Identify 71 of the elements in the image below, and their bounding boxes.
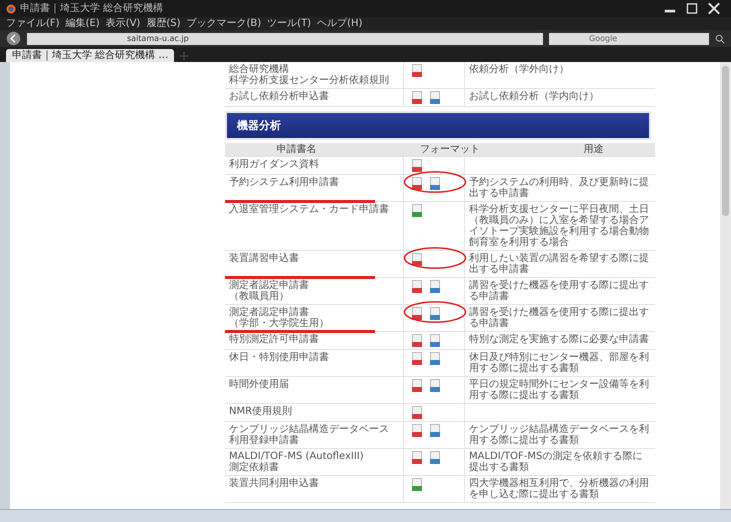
column-header: 申請書名	[276, 143, 317, 156]
pdf-file-icon[interactable]	[412, 451, 422, 464]
search-field[interactable]: Google	[549, 32, 709, 44]
pdf-file-icon[interactable]	[412, 253, 422, 266]
form-name: 測定者認定申請書 （教職員用）	[229, 280, 309, 302]
column-header: フォーマット	[420, 143, 480, 156]
pdf-file-icon[interactable]	[412, 334, 422, 347]
address-field[interactable]: saitama-u.ac.jp	[27, 32, 543, 44]
pdf-file-icon[interactable]	[412, 424, 422, 437]
form-name: 総合研究機構 科学分析支援センター分析依頼規則	[229, 64, 389, 86]
form-purpose: 休日及び特別にセンター機器、部屋を利用する際に提出する書類	[469, 352, 649, 374]
form-name: MALDI/TOF-MS (AutoflexIII) 測定依頼書	[229, 451, 364, 473]
form-name: NMR使用規則	[229, 406, 292, 417]
menu-item[interactable]: 編集(E)	[66, 18, 100, 30]
spreadsheet-file-icon[interactable]	[412, 478, 422, 491]
pdf-file-icon[interactable]	[412, 280, 422, 293]
form-purpose: ケンブリッジ結晶構造データベースを利用する際に提出する書類	[469, 424, 649, 446]
form-purpose: お試し依頼分析（学内向け）	[469, 91, 599, 102]
menu-item[interactable]: ブックマーク(B)	[186, 18, 262, 30]
form-purpose: 講習を受けた機器を使用する際に提出する申請書	[469, 280, 649, 302]
pdf-file-icon[interactable]	[412, 159, 422, 172]
form-purpose: MALDI/TOF-MSの測定を依頼する際に提出する書類	[469, 451, 642, 473]
form-name: 利用ガイダンス資料	[229, 159, 319, 170]
document-file-icon[interactable]	[430, 334, 440, 347]
form-name: 時間外使用届	[229, 379, 289, 390]
pdf-file-icon[interactable]	[412, 177, 422, 190]
search-icon[interactable]	[715, 34, 725, 44]
form-name: 装置共同利用申込書	[229, 478, 319, 489]
pdf-file-icon[interactable]	[412, 307, 422, 320]
document-file-icon[interactable]	[430, 451, 440, 464]
form-purpose: 特別な測定を実施する際に必要な申請書	[469, 334, 649, 345]
document-file-icon[interactable]	[430, 352, 440, 365]
form-name: 入退室管理システム・カード申請書	[229, 204, 389, 215]
document-file-icon[interactable]	[430, 177, 440, 190]
form-purpose: 利用したい装置の講習を希望する際に提出する申請書	[469, 253, 649, 275]
document-file-icon[interactable]	[430, 307, 440, 320]
form-name: 特別測定許可申請書	[229, 334, 319, 345]
form-name: 予約システム利用申請書	[229, 177, 339, 188]
spreadsheet-file-icon[interactable]	[412, 204, 422, 217]
document-file-icon[interactable]	[430, 424, 440, 437]
document-file-icon[interactable]	[430, 379, 440, 392]
scrollbar-thumb[interactable]	[722, 66, 729, 216]
form-name: お試し依頼分析申込書	[229, 91, 329, 102]
form-purpose: 四大学機器相互利用で、分析機器の利用を申し込む際に提出する書類	[469, 478, 649, 500]
pdf-file-icon[interactable]	[412, 406, 422, 419]
browser-tab[interactable]: 申請書｜埼玉大学 総合研究機構 …	[6, 49, 174, 62]
back-icon[interactable]	[6, 31, 21, 46]
document-file-icon[interactable]	[430, 91, 440, 104]
menu-item[interactable]: 表示(V)	[106, 18, 140, 30]
pdf-file-icon[interactable]	[412, 91, 422, 104]
form-purpose: 依頼分析（学外向け）	[469, 64, 569, 75]
document-file-icon[interactable]	[430, 280, 440, 293]
menu-item[interactable]: ツール(T)	[267, 18, 312, 30]
menu-item[interactable]: ヘルプ(H)	[317, 18, 362, 30]
form-purpose: 平日の規定時間外にセンター設備等を利用する際に提出する書類	[469, 379, 649, 401]
form-name: 装置講習申込書	[229, 253, 299, 264]
column-header: 用途	[583, 143, 604, 156]
pdf-file-icon[interactable]	[412, 64, 422, 77]
pdf-file-icon[interactable]	[412, 352, 422, 365]
menu-item[interactable]: ファイル(F)	[6, 18, 60, 30]
section-header: 機器分析	[225, 111, 651, 140]
pdf-file-icon[interactable]	[412, 379, 422, 392]
form-name: 測定者認定申請書 （学部・大学院生用）	[229, 307, 329, 329]
form-purpose: 予約システムの利用時、及び更新時に提出する申請書	[469, 177, 649, 199]
menu-item[interactable]: 履歴(S)	[146, 18, 180, 30]
form-purpose: 科学分析支援センターに平日夜間、土日（教職員のみ）に入室を希望する場合アイソトープ実験施設を利用する場合動物飼育室を利用する場合	[469, 204, 649, 248]
window-title: 申請書｜埼玉大学 総合研究機構	[20, 2, 164, 14]
form-purpose: 講習を受けた機器を使用する際に提出する申請書	[469, 307, 649, 329]
form-name: 休日・特別使用申請書	[229, 352, 329, 363]
form-name: ケンブリッジ結晶構造データベース 利用登録申請書	[229, 424, 389, 446]
browser-logo-icon	[6, 4, 16, 14]
